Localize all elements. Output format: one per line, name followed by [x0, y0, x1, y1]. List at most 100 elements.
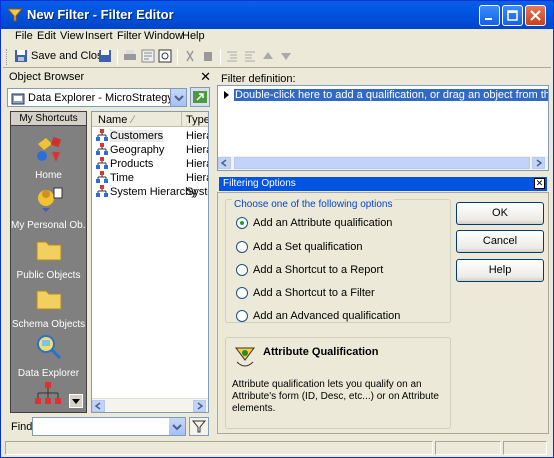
print-icon [124, 50, 136, 60]
radio-button[interactable] [236, 241, 248, 253]
shortcut-data-explorer[interactable]: Data Explorer [11, 332, 86, 379]
shortcut-label: Schema Objects [11, 319, 86, 330]
list-item[interactable]: Customers Hierarchy [94, 129, 208, 143]
item-type: System Hierarchy [186, 186, 208, 198]
arrow-up-icon [263, 52, 273, 59]
delete-icon [204, 52, 212, 61]
move-up-button[interactable] [261, 48, 277, 66]
properties-button[interactable] [141, 48, 157, 66]
list-item[interactable]: Time Hierarchy [94, 171, 208, 185]
project-dropdown-arrow[interactable] [170, 89, 186, 106]
status-bar [3, 439, 551, 457]
menu-file[interactable]: File [15, 30, 33, 42]
chevron-down-icon [72, 399, 80, 404]
close-filtering-options-button[interactable]: ✕ [534, 178, 545, 189]
list-item[interactable]: Products Hierarchy [94, 157, 208, 171]
chevron-left-icon [94, 402, 101, 410]
close-window-button[interactable] [525, 5, 546, 26]
radio-button[interactable] [236, 287, 248, 299]
column-header-name[interactable]: Name [98, 114, 127, 126]
scroll-left-button[interactable] [92, 400, 105, 412]
menu-window[interactable]: Window [144, 30, 183, 42]
shortcut-label: My Personal Ob... [11, 220, 86, 231]
filter-placeholder-row[interactable]: Double-click here to add a qualification… [222, 89, 548, 102]
shortcuts-scroll-button[interactable] [69, 394, 83, 408]
project-dropdown[interactable]: Data Explorer - MicroStrategy Tutorial [7, 88, 187, 107]
item-type: Hierarchy [186, 172, 208, 184]
toolbar-separator [177, 49, 178, 65]
sort-indicator-icon: ⁄ [132, 114, 134, 126]
ok-button[interactable]: OK [456, 202, 544, 225]
item-type: Hierarchy [186, 130, 208, 142]
title-bar[interactable]: New Filter - Filter Editor [1, 1, 553, 29]
menu-help[interactable]: Help [182, 30, 205, 42]
go-up-button[interactable] [190, 87, 210, 107]
list-item[interactable]: Geography Hierarchy [94, 143, 208, 157]
hierarchy-icon [35, 382, 61, 404]
scroll-thumb[interactable] [234, 157, 530, 169]
column-header-type[interactable]: Type [186, 114, 208, 126]
radio-button[interactable] [236, 217, 248, 229]
save-button[interactable] [98, 48, 114, 66]
menu-filter[interactable]: Filter [117, 30, 141, 42]
shortcut-my-personal-objects[interactable]: My Personal Ob... [11, 184, 86, 231]
scroll-right-button[interactable] [532, 157, 545, 169]
shortcut-schema-objects[interactable]: Schema Objects [11, 283, 86, 330]
maximize-button[interactable] [502, 5, 523, 26]
scroll-left-button[interactable] [218, 157, 231, 169]
help-button[interactable]: Help [456, 259, 544, 282]
chevron-right-icon [197, 402, 204, 410]
minimize-button[interactable] [479, 5, 500, 26]
close-object-browser-button[interactable]: ✕ [200, 69, 211, 85]
item-name: Time [110, 172, 135, 184]
filtering-options-panel: Choose one of the following options Add … [217, 192, 549, 434]
find-button[interactable] [158, 48, 174, 66]
home-icon [36, 136, 61, 162]
go-up-icon [193, 91, 207, 103]
list-item[interactable]: System Hierarchy System Hierarchy [94, 185, 208, 199]
menu-edit[interactable]: Edit [37, 30, 56, 42]
description-title: Attribute Qualification [263, 346, 379, 358]
cancel-button[interactable]: Cancel [456, 230, 544, 253]
item-name: System Hierarchy [110, 186, 197, 198]
toolbar: Save and Close [3, 46, 551, 68]
filtering-options-titlebar: Filtering Options ✕ [219, 177, 547, 191]
object-browser-title: Object Browser [9, 71, 85, 83]
column-divider[interactable] [181, 112, 182, 126]
option-label: Add an Advanced qualification [253, 310, 401, 322]
maximize-icon [507, 10, 518, 21]
hierarchy-icon [96, 157, 108, 169]
print-button[interactable] [123, 48, 139, 66]
find-filter-button[interactable] [189, 417, 209, 436]
scroll-right-button[interactable] [193, 400, 206, 412]
filter-horizontal-scrollbar[interactable] [218, 156, 548, 170]
menu-view[interactable]: View [60, 30, 84, 42]
move-down-button[interactable] [279, 48, 295, 66]
cut-button[interactable] [183, 48, 199, 66]
shortcut-public-objects[interactable]: Public Objects [11, 234, 86, 281]
list-horizontal-scrollbar[interactable] [92, 398, 208, 412]
find-object-icon [158, 49, 172, 63]
find-dropdown-arrow[interactable] [169, 418, 185, 435]
shortcut-home[interactable]: Home [11, 134, 86, 181]
description-text: Attribute qualification lets you qualify… [232, 379, 439, 414]
delete-button[interactable] [201, 48, 217, 66]
menu-insert[interactable]: Insert [85, 30, 113, 42]
indent-button[interactable] [225, 48, 241, 66]
outdent-button[interactable] [243, 48, 259, 66]
find-input[interactable] [32, 417, 186, 436]
cut-icon [186, 50, 194, 62]
toolbar-grip[interactable] [6, 49, 9, 65]
window-title: New Filter - Filter Editor [27, 7, 174, 22]
item-name: Customers [110, 130, 164, 142]
attribute-qualification-icon [235, 347, 255, 367]
outdent-icon [245, 51, 255, 62]
object-list: Name ⁄ Type Customers Hierarchy Geograph… [91, 111, 209, 413]
shortcuts-header[interactable]: My Shortcuts [11, 112, 86, 126]
filter-definition-pane[interactable]: Double-click here to add a qualification… [217, 85, 549, 171]
status-pane [435, 441, 501, 455]
radio-button[interactable] [236, 310, 248, 322]
save-and-close-button[interactable]: Save and Close [13, 48, 109, 66]
status-pane [5, 441, 433, 455]
radio-button[interactable] [236, 264, 248, 276]
